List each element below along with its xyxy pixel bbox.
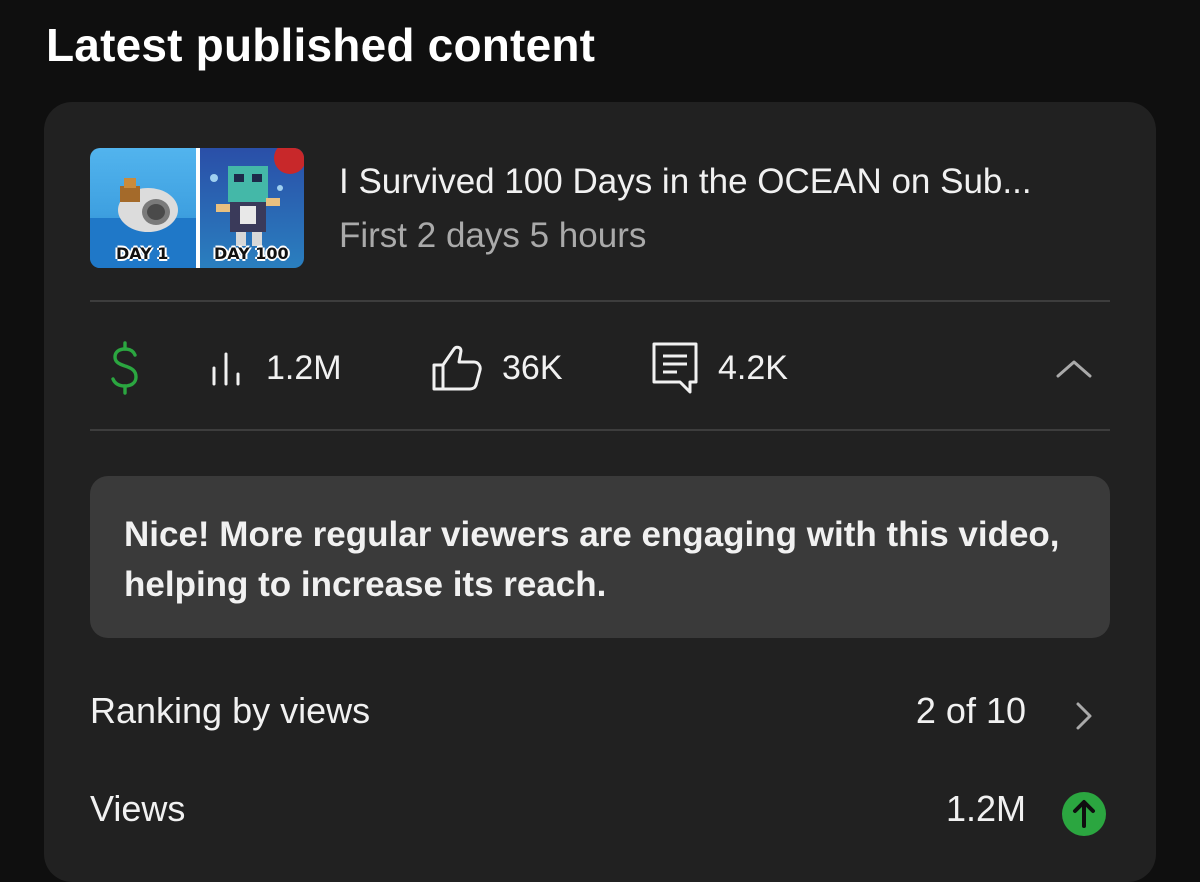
likes-count: 36K [502, 348, 563, 387]
dollar-icon [111, 341, 138, 395]
arrow-up-circle-icon [1062, 792, 1106, 836]
metric-label: Views [90, 788, 186, 829]
views-count: 1.2M [266, 348, 342, 387]
metric-value: 2 of 10 [915, 690, 1026, 731]
ranking-row[interactable]: Ranking by views 2 of 10 [90, 680, 1110, 740]
monetization-stat[interactable] [108, 340, 142, 396]
insight-text: Nice! More regular viewers are engaging … [124, 515, 1060, 604]
stats-row[interactable]: 1.2M 36K 4.2K [90, 302, 1110, 432]
section-title: Latest published content [46, 19, 596, 71]
video-title[interactable]: I Survived 100 Days in the OCEAN on Sub.… [339, 162, 1032, 202]
comment-icon [652, 342, 698, 394]
thumbs-up-icon [432, 345, 482, 391]
chevron-up-icon [1056, 360, 1092, 378]
views-metric-row[interactable]: Views 1.2M [90, 778, 1110, 838]
bar-chart-icon [212, 352, 240, 386]
thumbnail-label-right: DAY 100 [214, 244, 289, 263]
comments-stat[interactable]: 4.2K [650, 340, 788, 396]
video-thumbnail[interactable]: DAY 1 DAY 100 [90, 148, 304, 268]
video-header[interactable]: DAY 1 DAY 100 I Survived 100 Days in the… [90, 148, 1110, 268]
views-stat[interactable]: 1.2M [208, 340, 342, 396]
metric-label: Ranking by views [90, 690, 371, 731]
divider-middle [90, 429, 1110, 431]
metric-value: 1.2M [945, 788, 1026, 829]
collapse-button[interactable] [1048, 352, 1100, 382]
thumbnail-label-left: DAY 1 [116, 244, 169, 263]
likes-stat[interactable]: 36K [430, 340, 563, 396]
chevron-right-icon [1076, 702, 1092, 730]
insight-banner: Nice! More regular viewers are engaging … [90, 476, 1110, 638]
video-timeframe: First 2 days 5 hours [339, 216, 647, 255]
comments-count: 4.2K [718, 348, 788, 387]
latest-content-card: DAY 1 DAY 100 I Survived 100 Days in the… [44, 102, 1156, 882]
